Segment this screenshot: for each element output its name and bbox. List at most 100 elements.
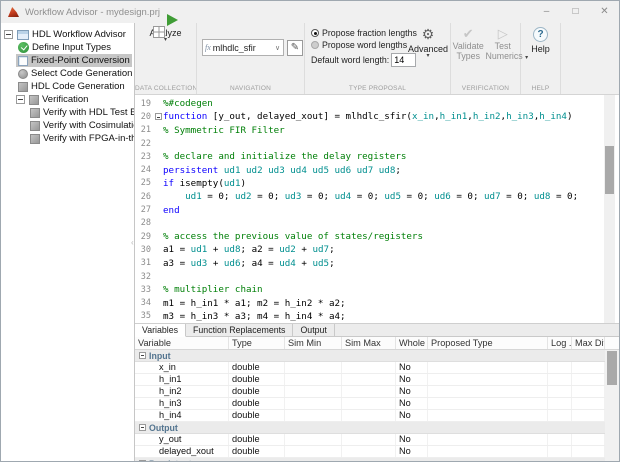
square-gray-icon: [30, 108, 40, 118]
analyze-button[interactable]: Analyze ▾: [135, 26, 196, 43]
editor-line-30[interactable]: 30a1 = ud1 + ud8; a2 = ud2 + ud7;: [135, 243, 619, 256]
group-row-persistent[interactable]: Persistent: [135, 458, 605, 461]
advanced-dropdown-arrow-icon[interactable]: ▾: [407, 54, 449, 59]
help-button[interactable]: ? Help: [521, 27, 560, 54]
toolbar-group-data-collection: Analyze ▾ DATA COLLECTION: [135, 23, 197, 94]
table-row-h-in3[interactable]: h_in3doubleNo: [135, 398, 605, 410]
editor-line-31[interactable]: 31a3 = ud3 + ud6; a4 = ud4 + ud5;: [135, 257, 619, 270]
editor-line-22[interactable]: 22: [135, 137, 619, 150]
table-row-h-in1[interactable]: h_in1doubleNo: [135, 374, 605, 386]
table-scrollbar-thumb[interactable]: [607, 351, 617, 385]
code-text: %#codegen: [163, 98, 213, 109]
table-row-x-in[interactable]: x_indoubleNo: [135, 362, 605, 374]
radio-propose-word-lengths[interactable]: Propose word lengths: [311, 40, 417, 50]
group-collapse-icon[interactable]: [139, 424, 146, 431]
close-button[interactable]: ✕: [590, 1, 619, 23]
editor-scrollbar[interactable]: [604, 95, 615, 323]
cell-log: [548, 362, 572, 373]
column-header-variable[interactable]: Variable: [135, 337, 229, 349]
code-text: if isempty(ud1): [163, 178, 246, 189]
function-selector-combobox[interactable]: fx mlhdlc_sfir ∨: [202, 39, 284, 56]
group-collapse-icon[interactable]: [139, 352, 146, 359]
tree-item-fixed-point-conversion[interactable]: Fixed-Point Conversion: [1, 54, 134, 67]
analyze-dropdown-arrow-icon[interactable]: ▾: [135, 38, 196, 43]
tree-expander-icon[interactable]: [4, 30, 13, 39]
validate-check-icon: ✔: [451, 27, 486, 41]
cell-whole: No: [396, 386, 428, 397]
column-header-proposed-type[interactable]: Proposed Type: [428, 337, 548, 349]
cell-proposed-type: [428, 434, 548, 445]
line-number: 19: [135, 99, 153, 109]
tree-expander-icon[interactable]: [16, 95, 25, 104]
edit-function-button[interactable]: ✎: [287, 40, 303, 56]
cell-max-diff: [572, 362, 605, 373]
tree-item-verify-with-cosimulation[interactable]: Verify with Cosimulation: [1, 119, 134, 132]
tab-output[interactable]: Output: [293, 324, 334, 337]
tree-item-verify-with-fpga-in-the-loop[interactable]: Verify with FPGA-in-the-Loop: [1, 132, 134, 145]
square-gray-icon: [18, 82, 28, 92]
table-row-delayed-xout[interactable]: delayed_xoutdoubleNo: [135, 446, 605, 458]
column-header-type[interactable]: Type: [229, 337, 285, 349]
group-row-output[interactable]: Output: [135, 422, 605, 434]
cell-variable: h_in3: [135, 398, 229, 409]
title-bar[interactable]: Workflow Advisor - mydesign.prj – □ ✕: [1, 1, 619, 23]
column-header-max-diff[interactable]: Max Diff: [572, 337, 605, 349]
maximize-button[interactable]: □: [561, 1, 590, 23]
editor-line-34[interactable]: 34m1 = h_in1 * a1; m2 = h_in2 * a2;: [135, 296, 619, 309]
editor-line-24[interactable]: 24persistent ud1 ud2 ud3 ud4 ud5 ud6 ud7…: [135, 163, 619, 176]
combobox-dropdown-icon[interactable]: ∨: [272, 44, 283, 52]
editor-line-33[interactable]: 33% multiplier chain: [135, 283, 619, 296]
tree-item-verification[interactable]: Verification: [1, 93, 134, 106]
variables-table: VariableTypeSim MinSim MaxWhole ...Propo…: [135, 337, 619, 461]
line-number: 25: [135, 178, 153, 188]
tab-function-replacements[interactable]: Function Replacements: [186, 324, 293, 337]
advanced-button[interactable]: ⚙ Advanced ▾: [407, 27, 449, 59]
tree-item-select-code-generation-target[interactable]: Select Code Generation Target: [1, 67, 134, 80]
cell-max-diff: [572, 446, 605, 457]
editor-line-21[interactable]: 21% Symmetric FIR Filter: [135, 124, 619, 137]
editor-line-29[interactable]: 29% access the previous value of states/…: [135, 230, 619, 243]
cell-type: double: [229, 386, 285, 397]
cell-whole: No: [396, 446, 428, 457]
active-step-icon: [18, 56, 28, 66]
table-row-y-out[interactable]: y_outdoubleNo: [135, 434, 605, 446]
column-header-sim-min[interactable]: Sim Min: [285, 337, 342, 349]
radio-unselected-icon[interactable]: [311, 41, 319, 49]
line-number: 30: [135, 245, 153, 255]
radio-selected-icon[interactable]: [311, 29, 319, 37]
editor-line-25[interactable]: 25 if isempty(ud1): [135, 177, 619, 190]
radio-word-label: Propose word lengths: [322, 40, 407, 50]
editor-line-23[interactable]: 23% declare and initialize the delay reg…: [135, 150, 619, 163]
code-text: persistent ud1 ud2 ud3 ud4 ud5 ud6 ud7 u…: [163, 165, 401, 176]
tree-item-label: HDL Workflow Advisor: [32, 29, 126, 40]
cell-max-diff: [572, 434, 605, 445]
table-row-h-in4[interactable]: h_in4doubleNo: [135, 410, 605, 422]
editor-line-19[interactable]: 19 %#codegen: [135, 97, 619, 110]
tree-item-hdl-code-generation[interactable]: HDL Code Generation: [1, 80, 134, 93]
tree-item-define-input-types[interactable]: Define Input Types: [1, 41, 134, 54]
editor-line-32[interactable]: 32: [135, 270, 619, 283]
editor-line-27[interactable]: 27end: [135, 203, 619, 216]
test-numerics-button[interactable]: ▷ Test Numerics ▾: [486, 27, 521, 61]
editor-line-20[interactable]: 20function [y_out, delayed_xout] = mlhdl…: [135, 110, 619, 123]
editor-line-28[interactable]: 28: [135, 217, 619, 230]
table-row-h-in2[interactable]: h_in2doubleNo: [135, 386, 605, 398]
group-row-input[interactable]: Input: [135, 350, 605, 362]
tree-item-verify-with-hdl-test-bench[interactable]: Verify with HDL Test Bench: [1, 106, 134, 119]
minimize-button[interactable]: –: [532, 1, 561, 23]
editor-line-35[interactable]: 35m3 = h_in3 * a3; m4 = h_in4 * a4;: [135, 310, 619, 323]
group-collapse-icon[interactable]: [139, 460, 146, 461]
column-header-log[interactable]: Log ...: [548, 337, 572, 349]
validate-types-button[interactable]: ✔ Validate Types: [451, 27, 486, 61]
table-scrollbar[interactable]: [605, 350, 619, 461]
column-header-sim-max[interactable]: Sim Max: [342, 337, 396, 349]
column-header-whole[interactable]: Whole ...: [396, 337, 428, 349]
tab-variables[interactable]: Variables: [135, 324, 186, 337]
editor-line-26[interactable]: 26 ud1 = 0; ud2 = 0; ud3 = 0; ud4 = 0; u…: [135, 190, 619, 203]
code-editor[interactable]: 19 %#codegen20function [y_out, delayed_xo…: [135, 95, 619, 323]
fold-collapse-icon[interactable]: [155, 113, 162, 120]
radio-propose-fraction-lengths[interactable]: Propose fraction lengths: [311, 28, 417, 38]
cell-proposed-type: [428, 398, 548, 409]
editor-scrollbar-thumb[interactable]: [605, 146, 614, 194]
tree-item-hdl-workflow-advisor[interactable]: HDL Workflow Advisor: [1, 28, 134, 41]
